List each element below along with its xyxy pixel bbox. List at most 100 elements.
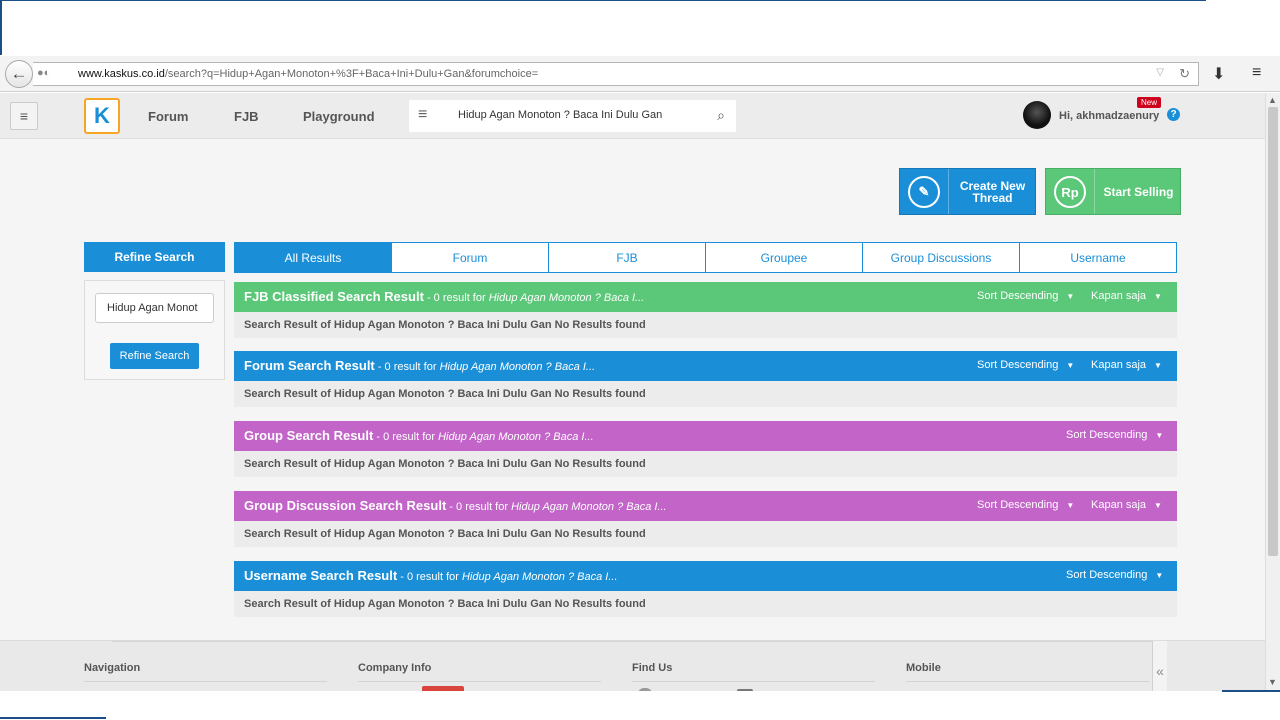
- fjb-result-body: Search Result of Hidup Agan Monoton ? Ba…: [234, 312, 1177, 338]
- sort-dropdown[interactable]: Sort Descending ▼: [977, 359, 1074, 371]
- url-dropdown-icon[interactable]: ▽: [1156, 67, 1164, 78]
- time-filter-label: Kapan saja: [1091, 359, 1147, 371]
- sort-label: Sort Descending: [977, 359, 1059, 371]
- username-result-body: Search Result of Hidup Agan Monoton ? Ba…: [234, 591, 1177, 617]
- result-query: Hidup Agan Monoton ? Baca I...: [438, 431, 594, 443]
- footer-divider: [112, 641, 1152, 642]
- search-icon[interactable]: ⌕: [717, 107, 725, 124]
- nav-playground[interactable]: Playground: [303, 109, 375, 124]
- time-filter-dropdown[interactable]: Kapan saja ▼: [1091, 290, 1162, 302]
- hamburger-icon: ≡: [19, 108, 29, 124]
- sort-label: Sort Descending: [977, 499, 1059, 511]
- footer-collapse-icon[interactable]: «: [1152, 641, 1167, 691]
- tab-fjb[interactable]: FJB: [549, 243, 706, 272]
- footer-find-us-heading: Find Us: [632, 662, 673, 674]
- sort-label: Sort Descending: [1066, 429, 1148, 441]
- scroll-up-icon[interactable]: ▲: [1268, 95, 1277, 105]
- start-selling-button[interactable]: Rp Start Selling: [1045, 168, 1181, 215]
- caret-down-icon: ▼: [1154, 501, 1162, 510]
- result-tabs: All Results Forum FJB Groupee Group Disc…: [234, 242, 1177, 273]
- window-top-area: [0, 0, 1280, 56]
- create-new-thread-button[interactable]: ✎ Create New Thread: [899, 168, 1036, 215]
- download-icon[interactable]: ⬇: [1212, 64, 1225, 84]
- result-query: Hidup Agan Monoton ? Baca I...: [488, 292, 645, 304]
- avatar[interactable]: [1023, 101, 1051, 129]
- sort-dropdown[interactable]: Sort Descending ▼: [977, 499, 1074, 511]
- browser-toolbar: ← ●◐ www.kaskus.co.id/search?q=Hidup+Aga…: [0, 56, 1280, 92]
- section-title-text: Username Search Result: [244, 568, 398, 583]
- sort-label: Sort Descending: [1066, 569, 1148, 581]
- footer-company-info-heading: Company Info: [358, 662, 432, 674]
- footer-mobile-heading: Mobile: [906, 662, 941, 674]
- result-count: - 0 result for: [374, 361, 440, 373]
- section-title: Username Search Result - 0 result for Hi…: [244, 568, 618, 583]
- nav-fjb[interactable]: FJB: [234, 109, 259, 124]
- username-result-header: Username Search Result - 0 result for Hi…: [234, 561, 1177, 591]
- result-query: Hidup Agan Monoton ? Baca I...: [439, 361, 596, 373]
- user-greeting[interactable]: Hi, akhmadzaenury: [1059, 110, 1159, 122]
- fjb-result-header: FJB Classified Search Result - 0 result …: [234, 282, 1177, 312]
- time-filter-dropdown[interactable]: Kapan saja ▼: [1091, 359, 1162, 371]
- time-filter-label: Kapan saja: [1091, 290, 1147, 302]
- button-divider: [1094, 169, 1095, 214]
- tab-forum[interactable]: Forum: [392, 243, 549, 272]
- section-title: Forum Search Result - 0 result for Hidup…: [244, 358, 595, 373]
- back-button[interactable]: ←: [5, 60, 33, 88]
- tab-group-discussions[interactable]: Group Discussions: [863, 243, 1020, 272]
- browser-menu-icon[interactable]: ≡: [1252, 64, 1261, 82]
- window-top-border: [0, 0, 1206, 1]
- search-input[interactable]: Hidup Agan Monoton ? Baca Ini Dulu Gan: [458, 109, 662, 121]
- result-query: Hidup Agan Monoton ? Baca I...: [511, 501, 667, 513]
- sort-dropdown[interactable]: Sort Descending ▼: [1066, 569, 1163, 581]
- caret-down-icon: ▼: [1155, 431, 1164, 440]
- url-text[interactable]: www.kaskus.co.id/search?q=Hidup+Agan+Mon…: [78, 68, 538, 80]
- scrollbar-thumb[interactable]: [1268, 107, 1278, 556]
- result-count: - 0 result for: [446, 501, 512, 513]
- site-identity-icon[interactable]: ●◐: [37, 67, 50, 79]
- footer-rule: [632, 681, 875, 682]
- search-category-icon[interactable]: ≡: [418, 106, 427, 124]
- site-header: ≡ K Forum FJB Playground ≡ Hidup Agan Mo…: [0, 93, 1265, 139]
- refine-search-button[interactable]: Refine Search: [110, 343, 199, 369]
- group-result-body: Search Result of Hidup Agan Monoton ? Ba…: [234, 451, 1177, 477]
- group-discussion-result-body: Search Result of Hidup Agan Monoton ? Ba…: [234, 521, 1177, 547]
- time-filter-dropdown[interactable]: Kapan saja ▼: [1091, 499, 1162, 511]
- back-arrow-icon: ←: [10, 64, 28, 83]
- reload-icon[interactable]: ↻: [1179, 66, 1190, 82]
- section-title-text: Group Discussion Search Result: [244, 498, 447, 513]
- caret-down-icon: ▼: [1155, 571, 1164, 580]
- nav-forum[interactable]: Forum: [148, 109, 188, 124]
- scroll-down-icon[interactable]: ▼: [1268, 677, 1277, 687]
- caret-down-icon: ▼: [1066, 292, 1075, 301]
- footer-rule: [358, 681, 601, 682]
- section-title: Group Search Result - 0 result for Hidup…: [244, 428, 594, 443]
- window-bottom-area: [0, 691, 1280, 720]
- caret-down-icon: ▼: [1066, 501, 1075, 510]
- help-icon[interactable]: ?: [1167, 108, 1180, 121]
- kaskus-logo[interactable]: K: [84, 98, 120, 134]
- sidebar-menu-button[interactable]: ≡: [10, 102, 38, 130]
- section-title: FJB Classified Search Result - 0 result …: [244, 289, 644, 304]
- section-title: Group Discussion Search Result - 0 resul…: [244, 498, 667, 513]
- url-path: /search?q=Hidup+Agan+Monoton+%3F+Baca+In…: [164, 68, 539, 80]
- refine-search-input[interactable]: Hidup Agan Monot: [95, 293, 214, 323]
- group-result-header: Group Search Result - 0 result for Hidup…: [234, 421, 1177, 451]
- sort-dropdown[interactable]: Sort Descending ▼: [977, 290, 1074, 302]
- result-query: Hidup Agan Monoton ? Baca I...: [461, 571, 618, 583]
- tab-all-results[interactable]: All Results: [235, 243, 392, 272]
- site-footer: Navigation Company Info Find Us Mobile «: [0, 640, 1265, 691]
- window-left-border: [0, 0, 2, 55]
- new-badge: New: [1137, 97, 1162, 108]
- section-title-text: Group Search Result: [244, 428, 374, 443]
- tab-groupee[interactable]: Groupee: [706, 243, 863, 272]
- footer-rule: [84, 681, 327, 682]
- create-thread-label: Create New Thread: [959, 178, 1026, 205]
- url-bar[interactable]: ●◐ www.kaskus.co.id/search?q=Hidup+Agan+…: [33, 62, 1199, 86]
- vertical-scrollbar[interactable]: ▲ ▼: [1265, 93, 1280, 691]
- tab-username[interactable]: Username: [1020, 243, 1176, 272]
- sort-dropdown[interactable]: Sort Descending ▼: [1066, 429, 1163, 441]
- pencil-icon: ✎: [908, 176, 940, 208]
- section-title-text: FJB Classified Search Result: [244, 289, 424, 304]
- url-domain: www.kaskus.co.id: [78, 68, 165, 80]
- forum-result-header: Forum Search Result - 0 result for Hidup…: [234, 351, 1177, 381]
